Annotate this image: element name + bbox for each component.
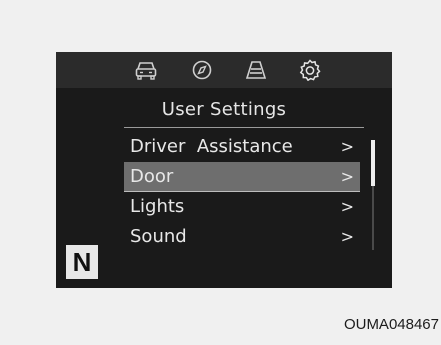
menu-item-door[interactable]: Door > <box>124 162 360 192</box>
menu-item-sound[interactable]: Sound > <box>124 222 360 252</box>
cluster-display: User Settings Driver Assistance > Door >… <box>56 52 392 288</box>
scrollbar-thumb[interactable] <box>371 140 375 186</box>
chevron-right-icon: > <box>340 137 354 156</box>
menu-item-driver-assistance[interactable]: Driver Assistance > <box>124 132 360 162</box>
menu-item-label: Sound <box>130 226 187 247</box>
menu-item-label: Door <box>130 166 174 187</box>
compass-icon[interactable] <box>190 59 214 81</box>
settings-menu: Driver Assistance > Door > Lights > Soun… <box>124 132 360 252</box>
tab-bar <box>56 52 392 88</box>
chevron-right-icon: > <box>340 197 354 216</box>
menu-item-label: Driver Assistance <box>130 136 293 157</box>
chevron-right-icon: > <box>340 167 354 186</box>
screen-title: User Settings <box>161 99 287 120</box>
lane-road-icon[interactable] <box>244 59 268 81</box>
figure-code: OUMA048467 <box>343 316 439 333</box>
menu-item-label: Lights <box>130 196 185 217</box>
chevron-right-icon: > <box>340 227 354 246</box>
menu-item-lights[interactable]: Lights > <box>124 192 360 222</box>
car-icon[interactable] <box>134 59 158 81</box>
gear-position-indicator: N <box>66 245 98 279</box>
title-divider <box>124 127 364 128</box>
gear-icon[interactable] <box>298 59 322 81</box>
